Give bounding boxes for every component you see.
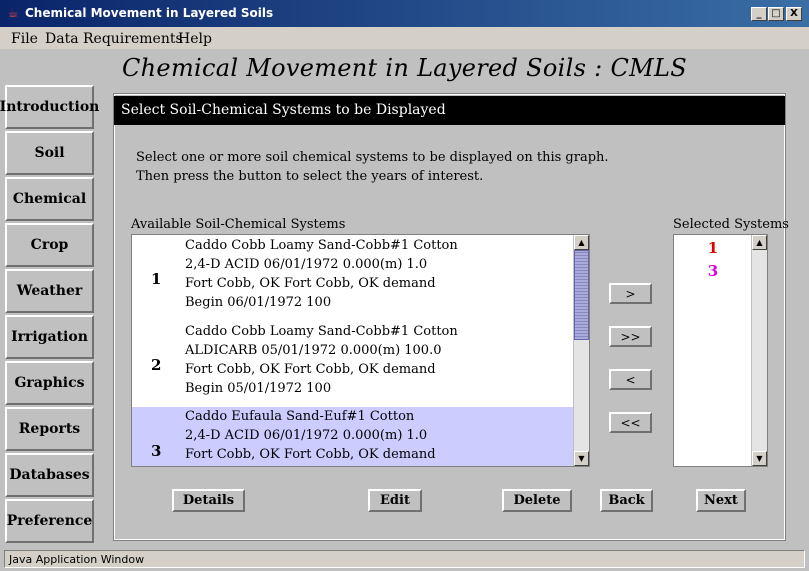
details-button[interactable]: Details — [172, 489, 245, 512]
sidebar-item-databases[interactable]: Databases — [5, 453, 94, 497]
item-line: 2,4-D ACID 06/01/1972 0.000(m) 1.0 — [185, 257, 428, 272]
list-item-selected[interactable]: 3 Caddo Eufaula Sand-Euf#1 Cotton 2,4-D … — [132, 407, 575, 466]
list-item[interactable]: 2 Caddo Cobb Loamy Sand-Cobb#1 Cotton AL… — [132, 321, 575, 407]
selected-systems-list[interactable]: 1 3 ▲ ▼ — [673, 234, 768, 467]
menu-bar: File Data Requirements Help — [0, 27, 809, 49]
sidebar-item-preference[interactable]: Preference — [5, 499, 94, 543]
selected-systems-label: Selected Systems — [673, 217, 789, 232]
selected-item-3[interactable]: 3 — [674, 262, 752, 280]
close-button[interactable]: X — [786, 7, 802, 21]
sidebar-item-chemical[interactable]: Chemical — [5, 177, 94, 221]
selected-item-1[interactable]: 1 — [674, 239, 752, 257]
title-bar: ☕ Chemical Movement in Layered Soils _ □… — [0, 0, 809, 27]
menu-data-requirements[interactable]: Data Requirements — [45, 31, 183, 47]
item-line: 2,4-D ACID 06/01/1972 0.000(m) 1.0 — [185, 428, 428, 443]
item-number: 1 — [151, 270, 162, 288]
remove-selected-button[interactable]: < — [609, 369, 652, 390]
next-button[interactable]: Next — [696, 489, 746, 512]
remove-all-button[interactable]: << — [609, 412, 652, 433]
maximize-button[interactable]: □ — [768, 7, 784, 21]
sidebar-item-soil[interactable]: Soil — [5, 131, 94, 175]
menu-file[interactable]: File — [11, 31, 38, 47]
scroll-up-arrow-icon[interactable]: ▲ — [752, 235, 767, 250]
item-line: Fort Cobb, OK Fort Cobb, OK demand — [185, 447, 436, 462]
item-number: 2 — [151, 356, 162, 374]
scroll-up-arrow-icon[interactable]: ▲ — [574, 235, 589, 250]
sidebar-item-reports[interactable]: Reports — [5, 407, 94, 451]
add-all-button[interactable]: >> — [609, 326, 652, 347]
scroll-thumb[interactable] — [574, 250, 589, 340]
instruction-line-2: Then press the button to select the year… — [136, 169, 484, 184]
selected-list-scrollbar[interactable]: ▲ ▼ — [751, 235, 767, 466]
available-systems-label: Available Soil-Chemical Systems — [131, 217, 346, 232]
panel-header: Select Soil-Chemical Systems to be Displ… — [114, 96, 785, 125]
item-line: Begin 06/01/1972 100 — [185, 295, 332, 310]
sidebar-item-graphics[interactable]: Graphics — [5, 361, 94, 405]
item-line: Fort Cobb, OK Fort Cobb, OK demand — [185, 362, 436, 377]
scroll-down-arrow-icon[interactable]: ▼ — [574, 451, 589, 466]
menu-help[interactable]: Help — [178, 31, 212, 47]
status-bar: Java Application Window — [4, 550, 805, 568]
sidebar-item-weather[interactable]: Weather — [5, 269, 94, 313]
item-number: 3 — [151, 442, 162, 460]
item-line: Caddo Cobb Loamy Sand-Cobb#1 Cotton — [185, 238, 458, 253]
java-app-icon: ☕ — [7, 6, 19, 20]
back-button[interactable]: Back — [600, 489, 653, 512]
item-line: Caddo Cobb Loamy Sand-Cobb#1 Cotton — [185, 324, 458, 339]
sidebar-item-introduction[interactable]: Introduction — [0, 85, 99, 129]
list-item[interactable]: 1 Caddo Cobb Loamy Sand-Cobb#1 Cotton 2,… — [132, 235, 575, 321]
page-title: Chemical Movement in Layered Soils : CML… — [122, 54, 687, 82]
edit-button[interactable]: Edit — [368, 489, 422, 512]
item-line: ALDICARB 05/01/1972 0.000(m) 100.0 — [185, 343, 442, 358]
item-line: Caddo Eufaula Sand-Euf#1 Cotton — [185, 409, 415, 424]
available-systems-list[interactable]: 1 Caddo Cobb Loamy Sand-Cobb#1 Cotton 2,… — [131, 234, 590, 467]
add-selected-button[interactable]: > — [609, 283, 652, 304]
available-list-scrollbar[interactable]: ▲ ▼ — [573, 235, 589, 466]
delete-button[interactable]: Delete — [502, 489, 572, 512]
instruction-line-1: Select one or more soil chemical systems… — [136, 150, 609, 165]
sidebar-item-irrigation[interactable]: Irrigation — [5, 315, 94, 359]
item-line: Fort Cobb, OK Fort Cobb, OK demand — [185, 276, 436, 291]
window-title: Chemical Movement in Layered Soils — [25, 6, 274, 20]
minimize-button[interactable]: _ — [751, 7, 767, 21]
sidebar-item-crop[interactable]: Crop — [5, 223, 94, 267]
item-line: Begin 05/01/1972 100 — [185, 381, 332, 396]
scroll-down-arrow-icon[interactable]: ▼ — [752, 451, 767, 466]
